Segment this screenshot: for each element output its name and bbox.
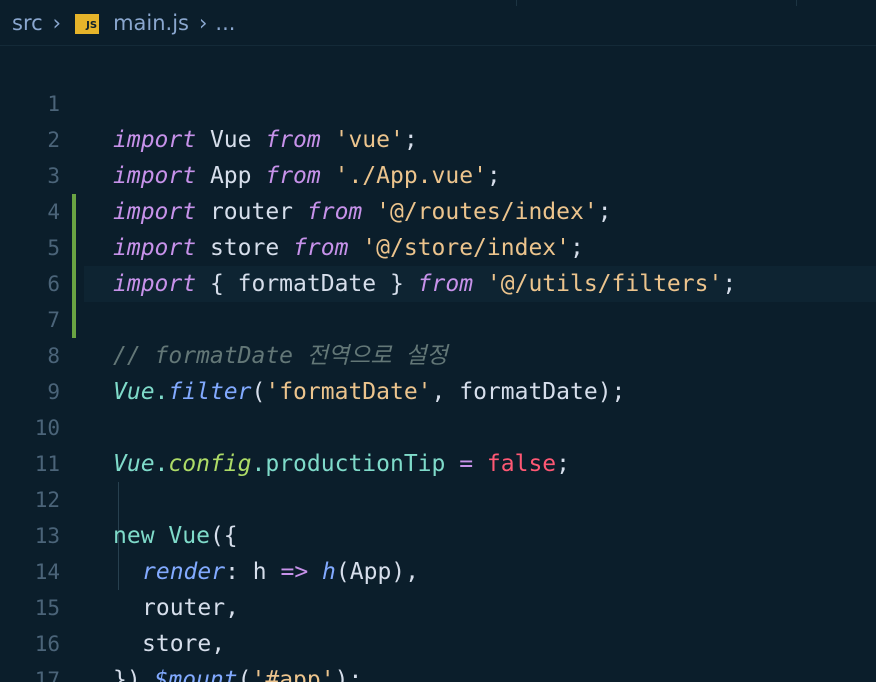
breadcrumb-file[interactable]: main.js	[113, 11, 189, 35]
code-line[interactable]: 13 render: h => h(App),	[0, 482, 876, 585]
code-line[interactable]: 12 new Vue({	[0, 446, 876, 549]
line-code: }).$mount('#app');	[113, 667, 363, 682]
code-line[interactable]: 14 router,	[0, 518, 876, 621]
breadcrumb-folder[interactable]: src	[12, 11, 43, 35]
code-line[interactable]: 3 import router from '@/routes/index';	[0, 122, 876, 225]
code-line[interactable]: 15 store,	[0, 554, 876, 657]
code-editor[interactable]: src › JS main.js › ... 1 import Vue from…	[0, 0, 876, 682]
chevron-right-icon: ›	[199, 10, 208, 35]
code-line[interactable]: 10 Vue.config.productionTip = false;	[0, 374, 876, 477]
breadcrumb: src › JS main.js › ...	[0, 0, 876, 46]
code-line[interactable]: 6	[0, 230, 876, 296]
code-line[interactable]: 11	[0, 410, 876, 476]
code-line[interactable]: 9	[0, 338, 876, 404]
code-line[interactable]: 16 }).$mount('#app');	[0, 590, 876, 682]
code-line[interactable]: 17	[0, 626, 876, 682]
javascript-file-icon: JS	[75, 13, 100, 34]
breadcrumb-symbols[interactable]: ...	[215, 11, 235, 35]
line-number: 17	[34, 668, 60, 682]
code-line[interactable]: 5 import { formatDate } from '@/utils/fi…	[0, 194, 876, 297]
code-line[interactable]: 8 Vue.filter('formatDate', formatDate);	[0, 302, 876, 405]
code-line[interactable]: 1 import Vue from 'vue';	[0, 50, 876, 153]
code-line[interactable]: 4 import store from '@/store/index';	[0, 158, 876, 261]
code-line[interactable]: 7 // formatDate 전역으로 설정	[0, 266, 876, 369]
chevron-right-icon: ›	[52, 10, 62, 35]
code-line[interactable]: 2 import App from './App.vue';	[0, 86, 876, 189]
